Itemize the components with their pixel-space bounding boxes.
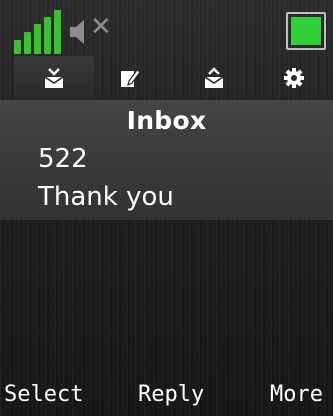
tab-bar [0,56,333,100]
tab-settings[interactable] [262,56,326,100]
page-title: Inbox [126,106,207,135]
select-softkey[interactable]: Select [4,382,83,407]
tab-write-message[interactable] [98,56,162,100]
outbox-icon [203,67,225,89]
battery-icon [286,12,326,50]
tab-inbox[interactable] [14,56,94,100]
message-list: Inbox 522 Thank you [0,100,333,220]
inbox-icon [43,67,65,89]
reply-softkey[interactable]: Reply [138,382,204,407]
message-sender: 522 [38,144,88,174]
softkey-bar: Select Reply More [0,378,333,416]
write-message-icon [119,67,141,89]
status-bar: ✕ [0,0,333,54]
settings-icon [283,67,305,89]
mute-icon: ✕ [90,12,112,42]
tab-outbox[interactable] [182,56,246,100]
signal-icon [14,10,70,54]
phone-screen: ✕ Inbox 522 Thank you Select Reply More [0,0,333,416]
speaker-icon [68,18,88,46]
message-preview: Thank you [38,182,174,212]
more-softkey[interactable]: More [270,382,323,407]
